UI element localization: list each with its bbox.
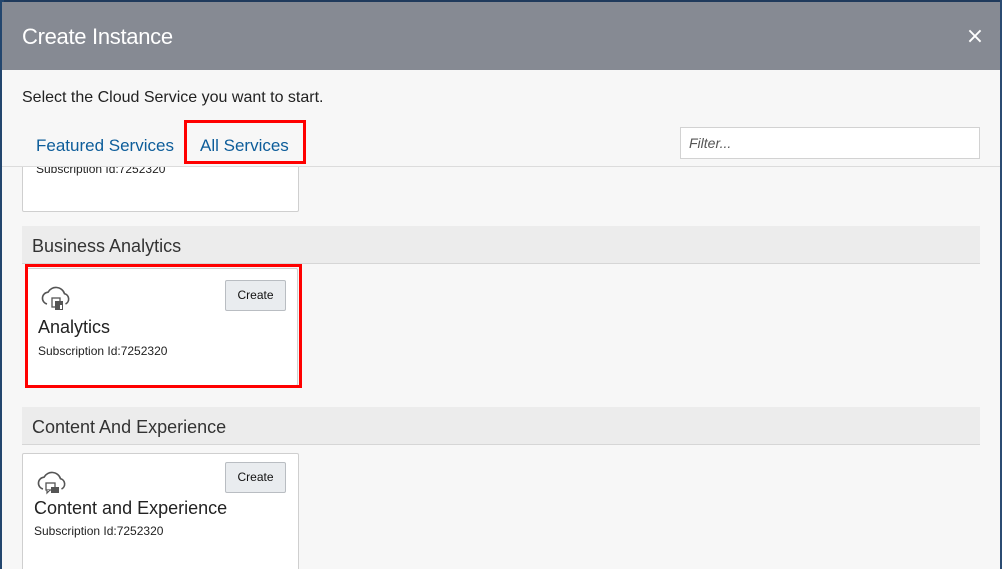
section-title: Business Analytics <box>32 236 182 256</box>
tab-featured-services[interactable]: Featured Services <box>36 136 174 156</box>
dialog-header: Create Instance × <box>2 2 1000 70</box>
filter-input[interactable] <box>680 127 980 159</box>
highlight-box <box>184 120 306 164</box>
card-title: Content and Experience <box>34 498 228 518</box>
section-header: Content And Experience <box>22 407 980 445</box>
services-list[interactable]: Subscription Id:7252320 Business Analyti… <box>2 167 1000 569</box>
create-instance-dialog: Create Instance × Select the Cloud Servi… <box>2 2 1000 569</box>
instruction-text: Select the Cloud Service you want to sta… <box>22 89 324 106</box>
create-content-button[interactable]: Create <box>225 462 286 493</box>
close-icon[interactable]: × <box>964 26 986 48</box>
subscription-id: Subscription Id:7252320 <box>36 167 166 176</box>
cloud-content-icon <box>37 471 66 495</box>
section-title: Content And Experience <box>32 417 227 437</box>
service-card-content: Create Content and Experience Subscripti… <box>22 453 299 569</box>
subscription-id: Subscription Id:7252320 <box>34 524 164 538</box>
section-header: Business Analytics <box>22 226 980 264</box>
highlight-box <box>25 264 302 388</box>
service-card: Subscription Id:7252320 <box>22 167 299 212</box>
dialog-title: Create Instance <box>22 24 173 49</box>
